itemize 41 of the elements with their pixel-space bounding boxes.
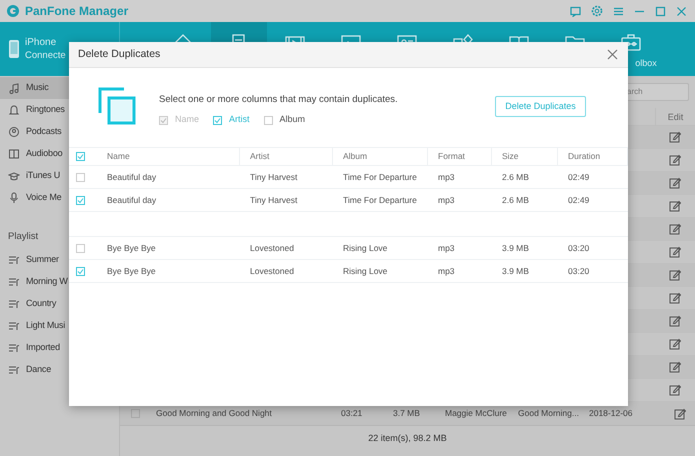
table-cell-text: Lovestoned [249,242,295,254]
table-cell-text: Good Morning and Good Night [156,407,273,420]
table-cell-text: 02:49 [567,170,590,184]
table-cell-text: Rising Love [342,242,388,254]
device-name: iPhone [25,36,58,49]
table-cell-text: Beautiful day [106,194,158,206]
table-cell-text: Time For Departure [342,170,418,184]
table-cell-text: 2.6 MB [501,170,530,184]
table-cell-text: Maggie McClure [445,407,508,420]
table-cell-text: 3.7 MB [393,407,421,420]
option-label: Artist [229,113,250,126]
table-cell-text: Lovestoned [249,264,295,278]
table-cell-text: Tiny Harvest [249,194,298,206]
playlist-heading: Playlist [7,230,38,244]
table-cell-text: mp3 [437,264,456,278]
table-cell-text: mp3 [437,170,456,184]
table-cell-text: 3.9 MB [501,264,530,278]
table-cell-text: 03:21 [341,407,364,420]
table-cell-text: Bye Bye Bye [106,264,157,278]
table-cell-text: mp3 [437,194,456,206]
table-cell-text: Beautiful day [106,170,158,184]
window-title: PanFone Manager [25,3,128,20]
table-cell-text: mp3 [437,242,456,254]
prompt-text: Select one or more columns that may contain duplicates. [159,93,398,107]
table-cell-text: 2.6 MB [501,194,530,206]
table-cell-text: Tiny Harvest [249,170,298,184]
table-cell-text: 03:20 [567,264,590,278]
table-cell-text: 03:20 [567,242,590,254]
option-label: Album [280,113,306,126]
table-cell-text: 02:49 [567,194,590,206]
column-header: Edit [655,108,695,125]
table-cell-text: 3.9 MB [501,242,530,254]
option-label: Name [175,113,200,126]
device-status: Connecte [25,49,66,62]
table-cell-text: Time For Departure [342,194,418,206]
dialog-title: Delete Duplicates [78,46,160,62]
table-cell-text: Bye Bye Bye [106,242,157,254]
table-cell-text: 2018-12-06 [589,407,634,420]
table-cell-text: Rising Love [342,264,388,278]
status-text: 22 item(s), 98.2 MB [368,432,447,446]
table-cell-text: Good Morning... [518,407,580,420]
